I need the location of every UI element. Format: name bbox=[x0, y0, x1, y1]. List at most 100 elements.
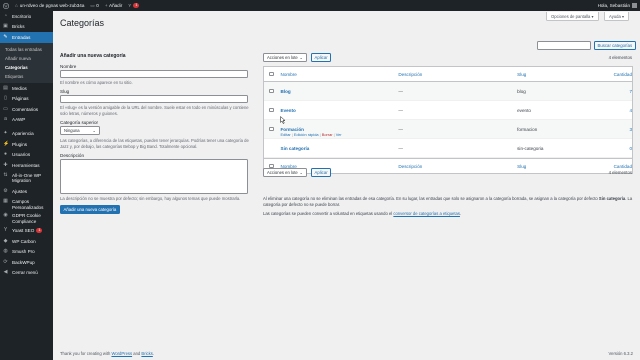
parent-select[interactable]: Ninguna ⌄ bbox=[60, 126, 100, 135]
parent-label: Categoría superior bbox=[60, 120, 99, 125]
sidebar-item-aawp[interactable]: a AAWP bbox=[0, 115, 53, 126]
submenu-item-anadir[interactable]: Añadir nueva bbox=[0, 54, 53, 63]
slug-field[interactable] bbox=[60, 95, 248, 103]
help-button[interactable]: Ayuda ▾ bbox=[604, 12, 630, 21]
tools-icon: ✚ bbox=[3, 161, 8, 168]
sidebar-item-collapse[interactable]: ◀ Cerrar menú bbox=[0, 268, 53, 279]
sidebar-item-entradas[interactable]: ✎ Entradas bbox=[0, 32, 53, 43]
column-slug-footer[interactable]: Slug bbox=[517, 164, 603, 169]
delete-link[interactable]: Borrar bbox=[322, 132, 333, 137]
category-description: — bbox=[398, 107, 403, 113]
delete-note: Al eliminar una categoría no se eliminan… bbox=[263, 196, 633, 207]
description-textarea[interactable] bbox=[60, 159, 248, 194]
wordpress-link[interactable]: WordPress bbox=[111, 351, 132, 356]
gdpr-icon: ◉ bbox=[3, 212, 8, 219]
column-name[interactable]: Nombre bbox=[281, 72, 399, 77]
chevron-down-icon: ⌄ bbox=[299, 170, 303, 175]
bulk-actions-select-top[interactable]: Acciones en lote ⌄ bbox=[263, 53, 307, 62]
sidebar-item-campos[interactable]: ▦ Campos Personalizados bbox=[0, 197, 53, 211]
column-description[interactable]: Descripción bbox=[398, 72, 517, 77]
submenu-item-todas[interactable]: Todas las entradas bbox=[0, 45, 53, 54]
sidebar-item-backwpup[interactable]: ⟳ BackWPup bbox=[0, 257, 53, 268]
sidebar-item-apariencia[interactable]: ✦ Apariencia bbox=[0, 128, 53, 139]
bricks-link[interactable]: Bricks bbox=[141, 351, 152, 356]
site-name-label: un-rdveo de pgnas web-zub34a bbox=[19, 3, 85, 8]
sidebar-item-yoast[interactable]: Y Yoast SEO 1 bbox=[0, 225, 53, 236]
svg-text:W: W bbox=[4, 4, 8, 8]
sidebar-item-smush[interactable]: ◍ Smush Pro bbox=[0, 246, 53, 257]
submenu-item-categorias[interactable]: Categorías bbox=[0, 63, 53, 72]
sidebar-item-carbon[interactable]: ◆ WP Carbon bbox=[0, 236, 53, 247]
sidebar-item-ajustes[interactable]: ⚙ Ajustes bbox=[0, 187, 53, 198]
screen-options-button[interactable]: Opciones de pantalla ▾ bbox=[546, 12, 599, 21]
view-link[interactable]: Ver bbox=[336, 132, 342, 137]
name-help: El nombre es cómo aparece en tu sitio. bbox=[60, 80, 133, 85]
sidebar-item-comentarios[interactable]: ▭ Comentarios bbox=[0, 104, 53, 115]
chevron-down-icon: ⌄ bbox=[299, 55, 303, 60]
category-name-link[interactable]: Sin categoría bbox=[281, 146, 399, 151]
submenu-item-etiquetas[interactable]: Etiquetas bbox=[0, 72, 53, 81]
plugins-icon: ⚡ bbox=[3, 140, 10, 147]
users-icon: ● bbox=[3, 151, 8, 158]
category-name-link[interactable]: Evento bbox=[281, 108, 399, 113]
sidebar-item-plugins[interactable]: ⚡ Plugins bbox=[0, 139, 53, 150]
mouse-cursor-icon bbox=[280, 116, 286, 124]
apply-button-top[interactable]: Aplicar bbox=[311, 53, 332, 62]
appearance-icon: ✦ bbox=[3, 129, 8, 136]
yoast-adminbar-link[interactable]: Y 1 bbox=[125, 0, 142, 11]
row-checkbox[interactable] bbox=[269, 126, 274, 132]
category-description: — bbox=[398, 126, 403, 132]
media-icon: ▤ bbox=[3, 84, 8, 91]
home-icon: ⌂ bbox=[15, 3, 18, 8]
category-count[interactable]: 7 bbox=[604, 89, 632, 94]
sidebar-item-gdpr[interactable]: ◉ GDPR Cookie Compliance bbox=[0, 211, 53, 225]
settings-icon: ⚙ bbox=[3, 188, 8, 195]
account-menu[interactable]: Hola, Sebastián bbox=[595, 0, 640, 11]
comments-link[interactable]: ▭ 0 bbox=[87, 0, 101, 11]
category-count[interactable]: 0 bbox=[604, 146, 632, 151]
sidebar-item-paginas[interactable]: ▯ Páginas bbox=[0, 93, 53, 104]
category-name-link[interactable]: Blog bbox=[281, 89, 399, 94]
column-count[interactable]: Cantidad bbox=[604, 72, 632, 77]
site-name-link[interactable]: ⌂ un-rdveo de pgnas web-zub34a bbox=[12, 0, 87, 11]
category-description: — bbox=[398, 145, 403, 151]
form-heading: Añadir una nueva categoría bbox=[60, 53, 126, 59]
row-checkbox[interactable] bbox=[269, 88, 274, 94]
quick-edit-link[interactable]: Edición rápida bbox=[294, 132, 319, 137]
category-count[interactable]: 4 bbox=[604, 108, 632, 113]
sidebar-item-usuarios[interactable]: ● Usuarios bbox=[0, 149, 53, 160]
sidebar-item-bricks[interactable]: ▣ Bricks bbox=[0, 22, 53, 33]
apply-button-bottom[interactable]: Aplicar bbox=[311, 168, 332, 177]
search-categories-button[interactable]: Buscar categorías bbox=[594, 41, 636, 50]
bulk-actions-select-bottom[interactable]: Acciones en lote ⌄ bbox=[263, 168, 307, 177]
pages-icon: ▯ bbox=[4, 95, 7, 102]
select-all-checkbox[interactable] bbox=[269, 71, 274, 77]
sidebar-item-medios[interactable]: ▤ Medios bbox=[0, 83, 53, 94]
yoast-badge: 1 bbox=[36, 227, 43, 233]
category-slug: sin-categoria bbox=[517, 145, 544, 151]
sidebar-item-migration[interactable]: ⇅ All-in-One WP Migration bbox=[0, 171, 53, 187]
converter-link[interactable]: conversor de categorías a etiquetas bbox=[393, 211, 460, 216]
column-description-footer[interactable]: Descripción bbox=[398, 164, 517, 169]
table-row: Evento — evento 4 bbox=[264, 101, 632, 120]
column-count-footer[interactable]: Cantidad bbox=[604, 164, 632, 169]
sidebar-item-herramientas[interactable]: ✚ Herramientas bbox=[0, 160, 53, 171]
comments-icon: ▭ bbox=[3, 105, 8, 112]
parent-select-value: Ninguna bbox=[64, 128, 80, 133]
add-category-button[interactable]: Añadir una nueva categoría bbox=[60, 205, 120, 214]
bulk-actions-value: Acciones en lote bbox=[267, 55, 298, 60]
wordpress-logo-icon[interactable]: W bbox=[0, 0, 12, 11]
search-input[interactable] bbox=[537, 41, 591, 50]
comments-count: 0 bbox=[96, 3, 99, 8]
items-count-top: 4 elementos bbox=[608, 55, 632, 60]
row-checkbox[interactable] bbox=[269, 107, 274, 113]
edit-link[interactable]: Editar bbox=[281, 132, 291, 137]
table-header: Nombre Descripción Slug Cantidad bbox=[264, 67, 632, 82]
column-slug[interactable]: Slug bbox=[517, 72, 603, 77]
row-actions: Editar | Edición rápida | Borrar | Ver bbox=[281, 132, 342, 137]
sidebar-item-escritorio[interactable]: ◔ Escritorio bbox=[0, 11, 53, 22]
category-slug: evento bbox=[517, 107, 531, 113]
category-count[interactable]: 3 bbox=[604, 127, 632, 132]
name-field[interactable] bbox=[60, 70, 248, 78]
add-new-link[interactable]: + Añadir bbox=[102, 0, 125, 11]
